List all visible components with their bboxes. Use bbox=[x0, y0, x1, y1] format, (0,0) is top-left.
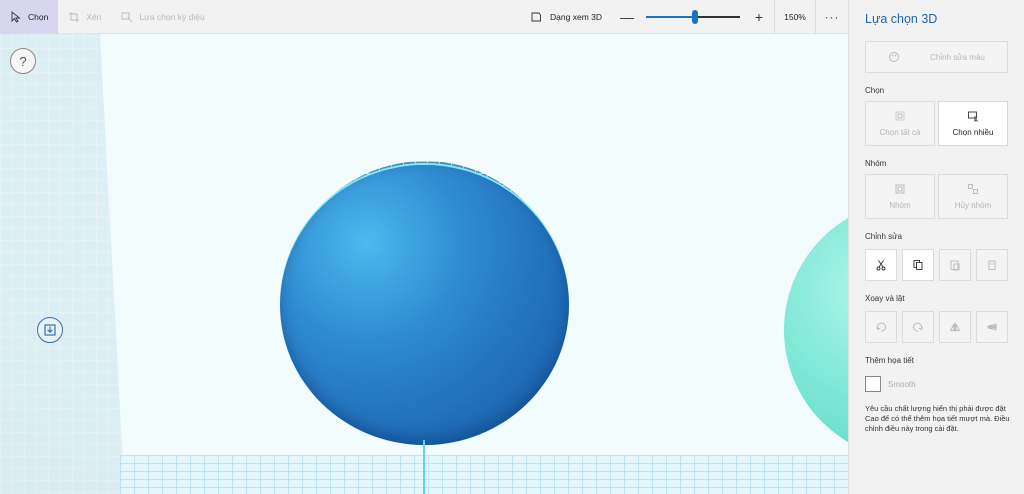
scissors-icon bbox=[876, 260, 886, 271]
cut-button[interactable] bbox=[865, 249, 897, 281]
multi-select-button[interactable]: Chọn nhiều bbox=[938, 101, 1008, 146]
more-options-button[interactable]: ··· bbox=[816, 10, 848, 24]
rotate-left-icon bbox=[876, 322, 886, 332]
crop-tool-button[interactable]: Xén bbox=[58, 0, 111, 34]
flip-horizontal-icon bbox=[949, 322, 961, 332]
paste-button[interactable] bbox=[939, 249, 971, 281]
ungroup-icon bbox=[968, 184, 978, 194]
smooth-option[interactable]: Smooth bbox=[865, 376, 1008, 392]
cursor-icon bbox=[11, 10, 21, 23]
top-toolbar: Chọn Xén Lựa chọn kỳ diệu Dạng xem 3D — … bbox=[0, 0, 848, 34]
rotate-right-icon bbox=[913, 322, 923, 332]
flip-horizontal-button[interactable] bbox=[939, 311, 971, 343]
palette-icon bbox=[889, 52, 900, 62]
crop-tool-label: Xén bbox=[86, 11, 102, 22]
copy-button[interactable] bbox=[902, 249, 934, 281]
group-button[interactable]: Nhóm bbox=[865, 174, 935, 219]
multi-select-icon bbox=[968, 111, 978, 122]
rotate-right-button[interactable] bbox=[902, 311, 934, 343]
ungroup-label: Hủy nhóm bbox=[954, 201, 992, 210]
ground-grid bbox=[120, 455, 848, 494]
rotate-left-button[interactable] bbox=[865, 311, 897, 343]
group-label: Nhóm bbox=[889, 201, 911, 210]
delete-button[interactable] bbox=[976, 249, 1008, 281]
paste-icon bbox=[950, 260, 960, 271]
smooth-label: Smooth bbox=[888, 379, 916, 389]
group-section-label: Nhóm bbox=[865, 159, 887, 168]
help-button[interactable]: ? bbox=[10, 48, 36, 74]
zoom-value[interactable]: 150% bbox=[774, 0, 816, 34]
zoom-in-button[interactable]: + bbox=[750, 9, 768, 25]
select-tool-label: Chọn bbox=[28, 11, 49, 22]
blue-sphere-3d-object[interactable] bbox=[280, 165, 569, 445]
quality-note: Yêu cầu chất lượng hiển thị phải được đặ… bbox=[865, 404, 1010, 433]
selection-3d-panel: Lựa chọn 3D Chỉnh sửa màu Chọn Chọn tất … bbox=[848, 0, 1024, 494]
canvas-3d[interactable]: ? bbox=[0, 0, 848, 494]
download-button[interactable] bbox=[37, 317, 63, 343]
view-3d-label: Dạng xem 3D bbox=[550, 11, 602, 22]
view-3d-button[interactable]: Dạng xem 3D bbox=[520, 11, 618, 23]
magic-select-label: Lựa chọn kỳ diệu bbox=[139, 11, 205, 22]
select-buttons-row: Chọn tất cả Chọn nhiều bbox=[865, 101, 1008, 146]
select-tool-button[interactable]: Chọn bbox=[0, 0, 59, 34]
edit-color-button[interactable]: Chỉnh sửa màu bbox=[865, 41, 1008, 73]
delete-icon bbox=[988, 260, 996, 270]
ungroup-button[interactable]: Hủy nhóm bbox=[938, 174, 1008, 219]
download-icon bbox=[44, 324, 56, 336]
flip-vertical-button[interactable] bbox=[976, 311, 1008, 343]
select-section-label: Chọn bbox=[865, 86, 885, 95]
rotate-section-label: Xoay và lật bbox=[865, 294, 905, 303]
magic-select-icon bbox=[122, 12, 133, 22]
help-icon: ? bbox=[19, 53, 27, 69]
flip-vertical-icon bbox=[987, 323, 997, 331]
select-all-button[interactable]: Chọn tất cả bbox=[865, 101, 935, 146]
edit-section-label: Chỉnh sửa bbox=[865, 232, 902, 241]
zoom-slider-fill bbox=[646, 15, 695, 18]
zoom-slider[interactable] bbox=[646, 9, 740, 25]
edit-buttons-row bbox=[865, 249, 1008, 281]
select-all-icon bbox=[895, 111, 905, 121]
magic-select-button[interactable]: Lựa chọn kỳ diệu bbox=[111, 0, 214, 34]
rotate-buttons-row bbox=[865, 311, 1008, 343]
multi-select-label: Chọn nhiều bbox=[952, 128, 994, 137]
crop-icon bbox=[69, 11, 80, 22]
copy-icon bbox=[913, 260, 923, 270]
panel-title: Lựa chọn 3D bbox=[865, 12, 938, 26]
select-all-label: Chọn tất cả bbox=[879, 128, 921, 137]
axis-line bbox=[423, 440, 425, 494]
zoom-slider-thumb[interactable] bbox=[691, 9, 698, 24]
view-3d-icon bbox=[531, 12, 541, 21]
group-buttons-row: Nhóm Hủy nhóm bbox=[865, 174, 1008, 219]
edit-color-label: Chỉnh sửa màu bbox=[930, 52, 985, 62]
detail-section-label: Thêm họa tiết bbox=[865, 356, 914, 365]
smooth-checkbox[interactable] bbox=[865, 376, 881, 392]
zoom-out-button[interactable]: — bbox=[618, 9, 636, 25]
group-icon bbox=[895, 184, 905, 194]
